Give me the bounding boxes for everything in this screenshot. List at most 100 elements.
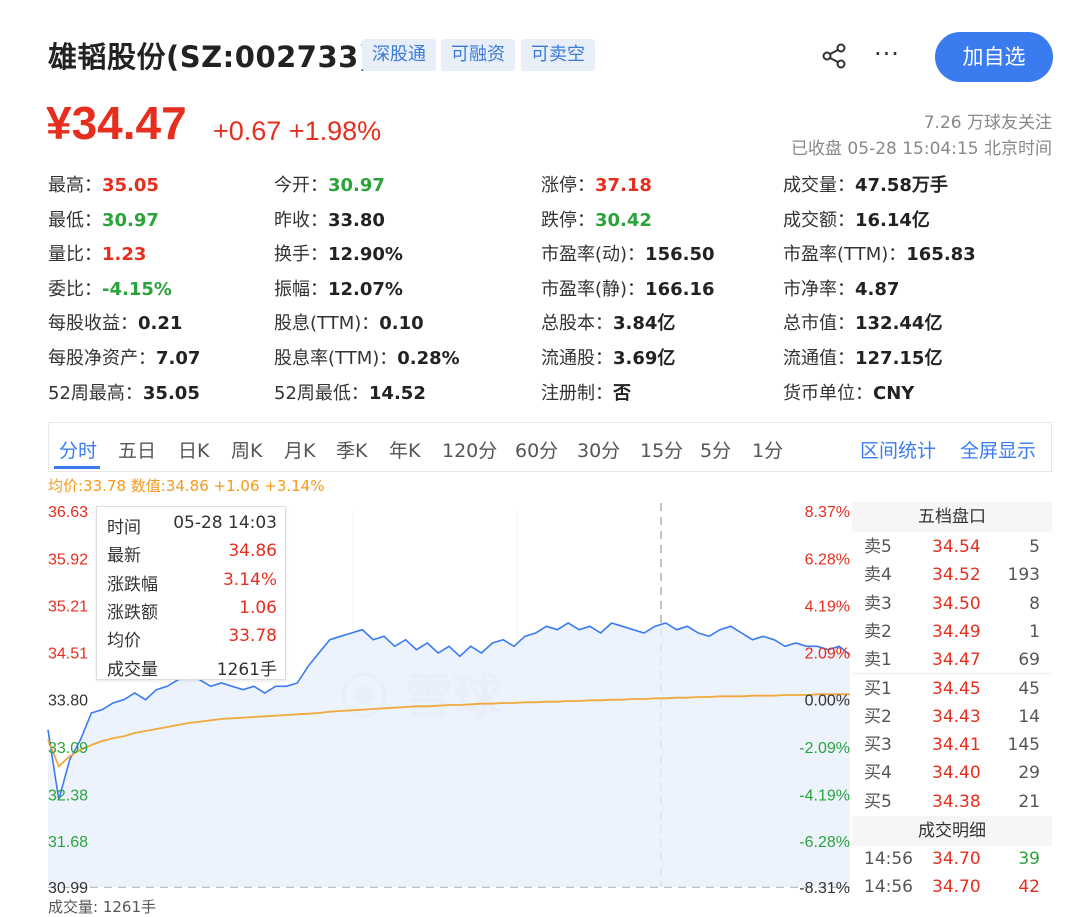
tab-12[interactable]: 1分 [752,436,783,463]
stat-value: 35.05 [102,175,159,196]
order-book-row[interactable]: 买4 34.40 29 [852,759,1052,787]
trade-detail-title: 成交明细 [852,816,1052,846]
stat-value: 3.69亿 [613,348,676,369]
tooltip-row: 均价 33.78 [107,626,277,651]
order-book-divider [852,673,1052,674]
stat-item: 换手：12.90% [274,240,403,266]
tab-10[interactable]: 15分 [640,436,683,463]
stat-item: 流通股：3.69亿 [541,344,675,370]
stat-item: 成交量：47.58万手 [783,171,948,197]
order-book-row[interactable]: 买1 34.45 45 [852,675,1052,703]
order-book-label: 卖2 [864,621,892,642]
stat-label: 市净率： [783,278,855,300]
order-book-price: 34.45 [932,678,981,699]
stat-value: 0.28% [397,348,460,369]
order-book-label: 买2 [864,706,892,727]
stat-label: 市盈率(静)： [541,278,646,300]
y-tick-left: 30.99 [48,880,88,897]
order-book-label: 买4 [864,763,892,784]
tag-margin[interactable]: 可融资 [441,39,515,71]
more-icon[interactable]: ··· [874,40,900,68]
add-watchlist-button[interactable]: 加自选 [935,32,1053,82]
tab-8[interactable]: 60分 [515,436,558,463]
tab-6[interactable]: 年K [389,436,420,463]
tag-short[interactable]: 可卖空 [521,39,595,71]
tooltip-label: 涨跌额 [107,602,158,623]
share-icon[interactable] [820,42,848,70]
order-book-row[interactable]: 买5 34.38 21 [852,788,1052,816]
y-tick-left: 33.80 [48,693,88,710]
y-tick-right: 2.09% [805,645,850,662]
order-book-label: 卖1 [864,650,892,671]
order-book-vol: 1 [1029,621,1040,642]
tab-3[interactable]: 周K [231,436,262,463]
stat-label: 最低： [48,209,102,231]
tooltip-label: 最新 [107,546,141,567]
order-book-row[interactable]: 卖3 34.50 8 [852,590,1052,618]
order-book-label: 买5 [864,791,892,812]
tab-2[interactable]: 日K [178,436,209,463]
stat-label: 总股本： [541,313,613,335]
order-book-price: 34.40 [932,763,981,784]
tab-9[interactable]: 30分 [577,436,620,463]
stat-label: 市盈率(动)： [541,244,646,266]
stat-label: 每股净资产： [48,348,156,369]
stat-label: 总市值： [783,313,855,335]
stat-value: 132.44亿 [855,313,943,335]
order-book-row[interactable]: 买2 34.43 14 [852,703,1052,731]
followers-count[interactable]: 7.26 万球友关注 [924,108,1052,133]
stat-label: 市盈率(TTM)： [783,244,907,266]
order-book-title: 五档盘口 [852,502,1052,532]
stat-item: 股息率(TTM)：0.28% [274,344,460,370]
stat-item: 最低：30.97 [48,206,159,232]
tooltip-value: 1.06 [239,597,277,618]
y-tick-right: 8.37% [805,504,850,521]
stat-item: 市盈率(静)：166.16 [541,275,715,301]
stat-item: 注册制：否 [541,379,631,405]
order-book-vol: 14 [1018,706,1040,727]
order-book-row[interactable]: 卖4 34.52 193 [852,561,1052,589]
tooltip-label: 涨跌幅 [107,574,158,595]
order-book-row[interactable]: 卖1 34.47 69 [852,646,1052,674]
order-book-row[interactable]: 卖2 34.49 1 [852,618,1052,646]
order-book-price: 34.41 [932,735,981,756]
stat-item: 振幅：12.07% [274,275,403,301]
order-book-vol: 5 [1029,537,1040,557]
tooltip-value: 1261手 [216,659,277,680]
tag-shenggutong[interactable]: 深股通 [362,39,436,71]
stat-value: 47.58万手 [855,175,948,196]
tab-7[interactable]: 120分 [442,436,497,463]
stat-item: 货币单位：CNY [783,379,914,405]
trade-detail-time: 14:56 [864,849,913,869]
stat-label: 股息(TTM)： [274,313,380,335]
order-book-row[interactable]: 卖5 34.54 5 [852,533,1052,561]
stat-item: 涨停：37.18 [541,171,652,197]
stat-label: 最高： [48,175,102,196]
order-book-vol: 21 [1018,791,1040,812]
stat-value: 0.21 [138,313,183,335]
stat-value: 166.16 [645,278,715,300]
stat-value: 12.07% [328,278,403,300]
tooltip-value: 33.78 [228,626,277,647]
range-stats-link[interactable]: 区间统计 [860,436,936,463]
stat-item: 市盈率(动)：156.50 [541,240,715,266]
stat-label: 跌停： [541,209,595,231]
tab-5[interactable]: 季K [336,436,367,463]
tab-11[interactable]: 5分 [700,436,731,463]
fullscreen-link[interactable]: 全屏显示 [960,436,1036,463]
stat-value: 12.90% [328,244,403,266]
stat-item: 今开：30.97 [274,171,385,197]
trade-detail-price: 34.70 [932,877,981,898]
tooltip-row: 涨跌额 1.06 [107,598,277,623]
order-book-vol: 29 [1018,763,1040,784]
tab-1[interactable]: 五日 [118,436,156,463]
order-book-row[interactable]: 买3 34.41 145 [852,731,1052,759]
tab-4[interactable]: 月K [284,436,315,463]
stock-title: 雄韬股份(SZ:002733) [48,40,373,74]
stat-label: 52周最高： [48,382,143,404]
stat-value: -4.15% [102,278,172,300]
stat-value: 35.05 [142,382,200,404]
stat-value: 3.84亿 [613,313,676,335]
tab-0[interactable]: 分时 [59,436,97,463]
stat-label: 流通股： [541,348,613,369]
